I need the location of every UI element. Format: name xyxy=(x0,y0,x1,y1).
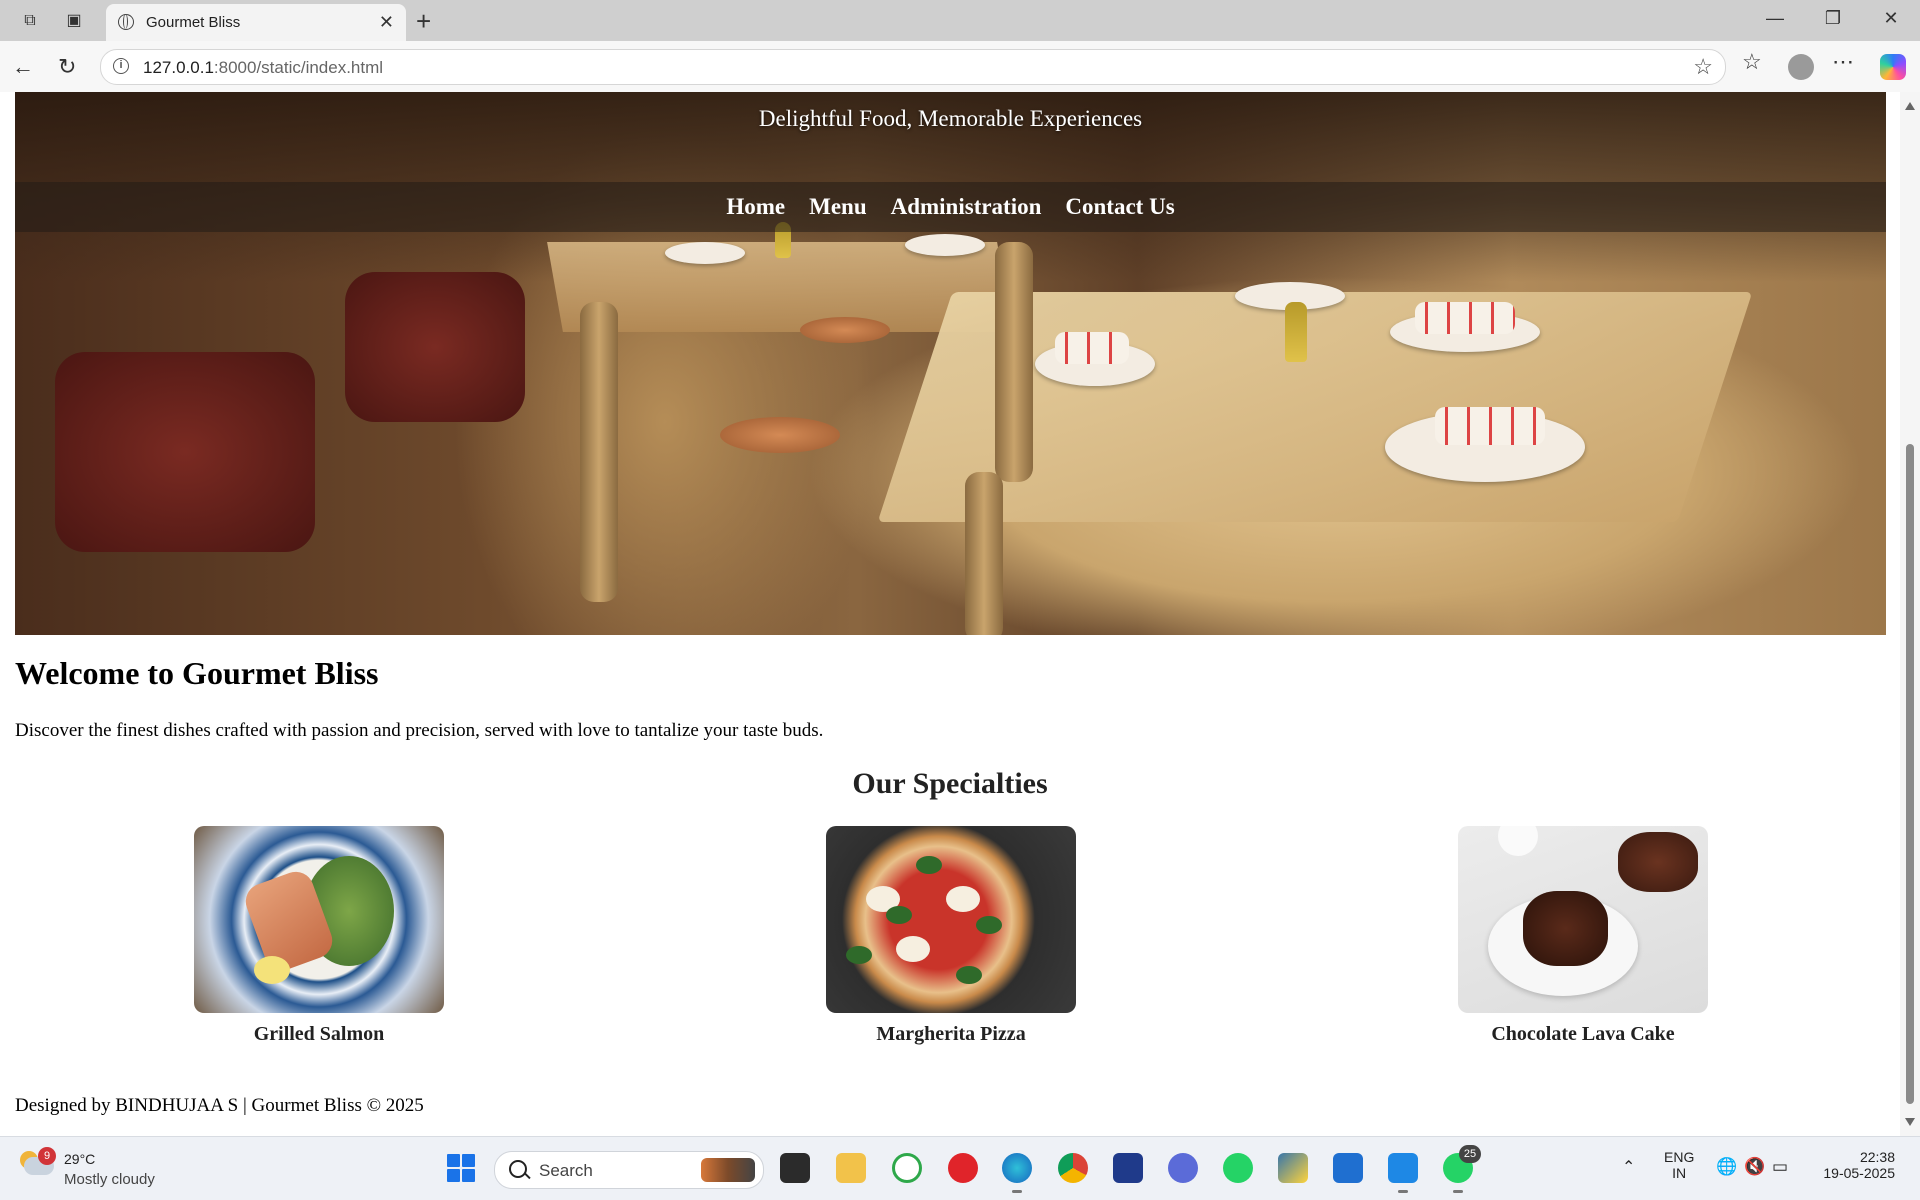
search-highlight-image xyxy=(701,1158,755,1182)
volume-muted-icon[interactable]: 🔇 xyxy=(1744,1157,1765,1177)
favorites-icon[interactable]: ☆ xyxy=(1742,49,1762,75)
tab-gourmet-bliss[interactable]: Gourmet Bliss ✕ xyxy=(106,4,406,41)
scroll-up-icon[interactable] xyxy=(1905,102,1915,110)
dish-card: Margherita Pizza xyxy=(826,826,1076,1046)
page-viewport: Delightful Food, Memorable Experiences H… xyxy=(0,92,1920,1136)
python-icon[interactable] xyxy=(1278,1153,1308,1183)
tab-title: Gourmet Bliss xyxy=(146,14,241,31)
chrome-icon[interactable] xyxy=(1058,1153,1088,1183)
dish-card: Chocolate Lava Cake xyxy=(1458,826,1708,1046)
profile-avatar[interactable] xyxy=(1788,54,1814,80)
copilot-icon[interactable] xyxy=(1880,54,1906,80)
dish-card: Grilled Salmon xyxy=(194,826,444,1046)
chocolate-lava-cake-image xyxy=(1458,826,1708,1013)
welcome-heading: Welcome to Gourmet Bliss xyxy=(15,655,379,691)
favorite-star-icon[interactable]: ☆ xyxy=(1693,54,1713,80)
pinterest-icon[interactable] xyxy=(948,1153,978,1183)
dish-name: Grilled Salmon xyxy=(253,1023,385,1045)
task-view-icon[interactable] xyxy=(780,1153,810,1183)
url-text: 127.0.0.1:8000/static/index.html xyxy=(143,58,384,77)
page-footer: Designed by BINDHUJAA S | Gourmet Bliss … xyxy=(15,1095,424,1116)
page-scrollbar[interactable] xyxy=(1900,92,1920,1136)
tab-actions-icon[interactable]: ▣ xyxy=(62,9,86,33)
weather-badge: 9 xyxy=(38,1147,56,1165)
back-icon[interactable]: ← xyxy=(12,54,34,80)
network-icon[interactable]: 🌐 xyxy=(1716,1157,1737,1177)
battery-icon[interactable]: ▭ xyxy=(1772,1157,1788,1177)
tab-strip: ⧉ ▣ Gourmet Bliss ✕ + — ❐ ✕ xyxy=(0,0,1920,41)
language-indicator[interactable]: ENG IN xyxy=(1664,1149,1694,1181)
close-tab-icon[interactable]: ✕ xyxy=(379,12,394,33)
more-menu-icon[interactable]: ⋯ xyxy=(1832,49,1854,75)
globe-icon xyxy=(118,14,134,30)
vpn-app-icon[interactable] xyxy=(1168,1153,1198,1183)
site-nav: Home Menu Administration Contact Us xyxy=(15,182,1886,232)
dish-name: Margherita Pizza xyxy=(876,1023,1026,1045)
file-explorer-icon[interactable] xyxy=(836,1153,866,1183)
scroll-down-icon[interactable] xyxy=(1905,1118,1915,1126)
search-label: Search xyxy=(539,1161,593,1180)
intro-text: Discover the finest dishes crafted with … xyxy=(15,720,824,741)
weather-condition: Mostly cloudy xyxy=(64,1171,155,1188)
taskbar: 9 29°C Mostly cloudy Search 25 ⌃ ENG IN … xyxy=(0,1136,1920,1200)
address-bar[interactable]: i 127.0.0.1:8000/static/index.html ☆ xyxy=(100,49,1726,85)
clock[interactable]: 22:38 19-05-2025 xyxy=(1815,1149,1895,1181)
vscode-icon[interactable] xyxy=(1388,1153,1418,1193)
browser-chrome: ⧉ ▣ Gourmet Bliss ✕ + — ❐ ✕ ← ↻ i 127.0.… xyxy=(0,0,1920,93)
refresh-app-icon[interactable] xyxy=(892,1153,922,1183)
store-icon[interactable] xyxy=(1333,1153,1363,1183)
margherita-pizza-image xyxy=(826,826,1076,1013)
grilled-salmon-image xyxy=(194,826,444,1013)
new-tab-icon[interactable]: + xyxy=(416,6,431,37)
l-app-icon[interactable] xyxy=(1113,1153,1143,1183)
nav-contact-us[interactable]: Contact Us xyxy=(1065,182,1174,232)
whatsapp-icon[interactable] xyxy=(1223,1153,1253,1183)
nav-home[interactable]: Home xyxy=(726,182,785,232)
weather-temp: 29°C xyxy=(64,1151,96,1167)
hero-banner: Delightful Food, Memorable Experiences H… xyxy=(15,92,1886,635)
refresh-icon[interactable]: ↻ xyxy=(58,54,76,80)
notification-badge: 25 xyxy=(1459,1145,1481,1163)
chevron-up-icon[interactable]: ⌃ xyxy=(1622,1157,1635,1177)
close-window-icon[interactable]: ✕ xyxy=(1876,8,1906,29)
nav-menu[interactable]: Menu xyxy=(809,182,867,232)
taskbar-search[interactable]: Search xyxy=(494,1151,764,1189)
time: 22:38 xyxy=(1859,1149,1895,1165)
browser-toolbar: ← ↻ i 127.0.0.1:8000/static/index.html ☆… xyxy=(0,41,1920,93)
start-windows-icon[interactable] xyxy=(447,1154,475,1182)
minimize-icon[interactable]: — xyxy=(1760,8,1790,29)
nav-administration[interactable]: Administration xyxy=(891,182,1042,232)
whatsapp-business-icon[interactable]: 25 xyxy=(1443,1145,1481,1193)
restore-icon[interactable]: ❐ xyxy=(1818,8,1848,29)
date: 19-05-2025 xyxy=(1823,1165,1895,1181)
dish-name: Chocolate Lava Cake xyxy=(1491,1023,1675,1045)
search-icon xyxy=(509,1160,527,1178)
specialties-heading: Our Specialties xyxy=(852,767,1048,800)
workspaces-icon[interactable]: ⧉ xyxy=(18,9,42,33)
site-tagline: Delightful Food, Memorable Experiences xyxy=(758,106,1143,131)
edge-icon[interactable] xyxy=(1002,1153,1032,1193)
site-info-icon[interactable]: i xyxy=(113,58,129,74)
scroll-thumb[interactable] xyxy=(1906,444,1914,1104)
